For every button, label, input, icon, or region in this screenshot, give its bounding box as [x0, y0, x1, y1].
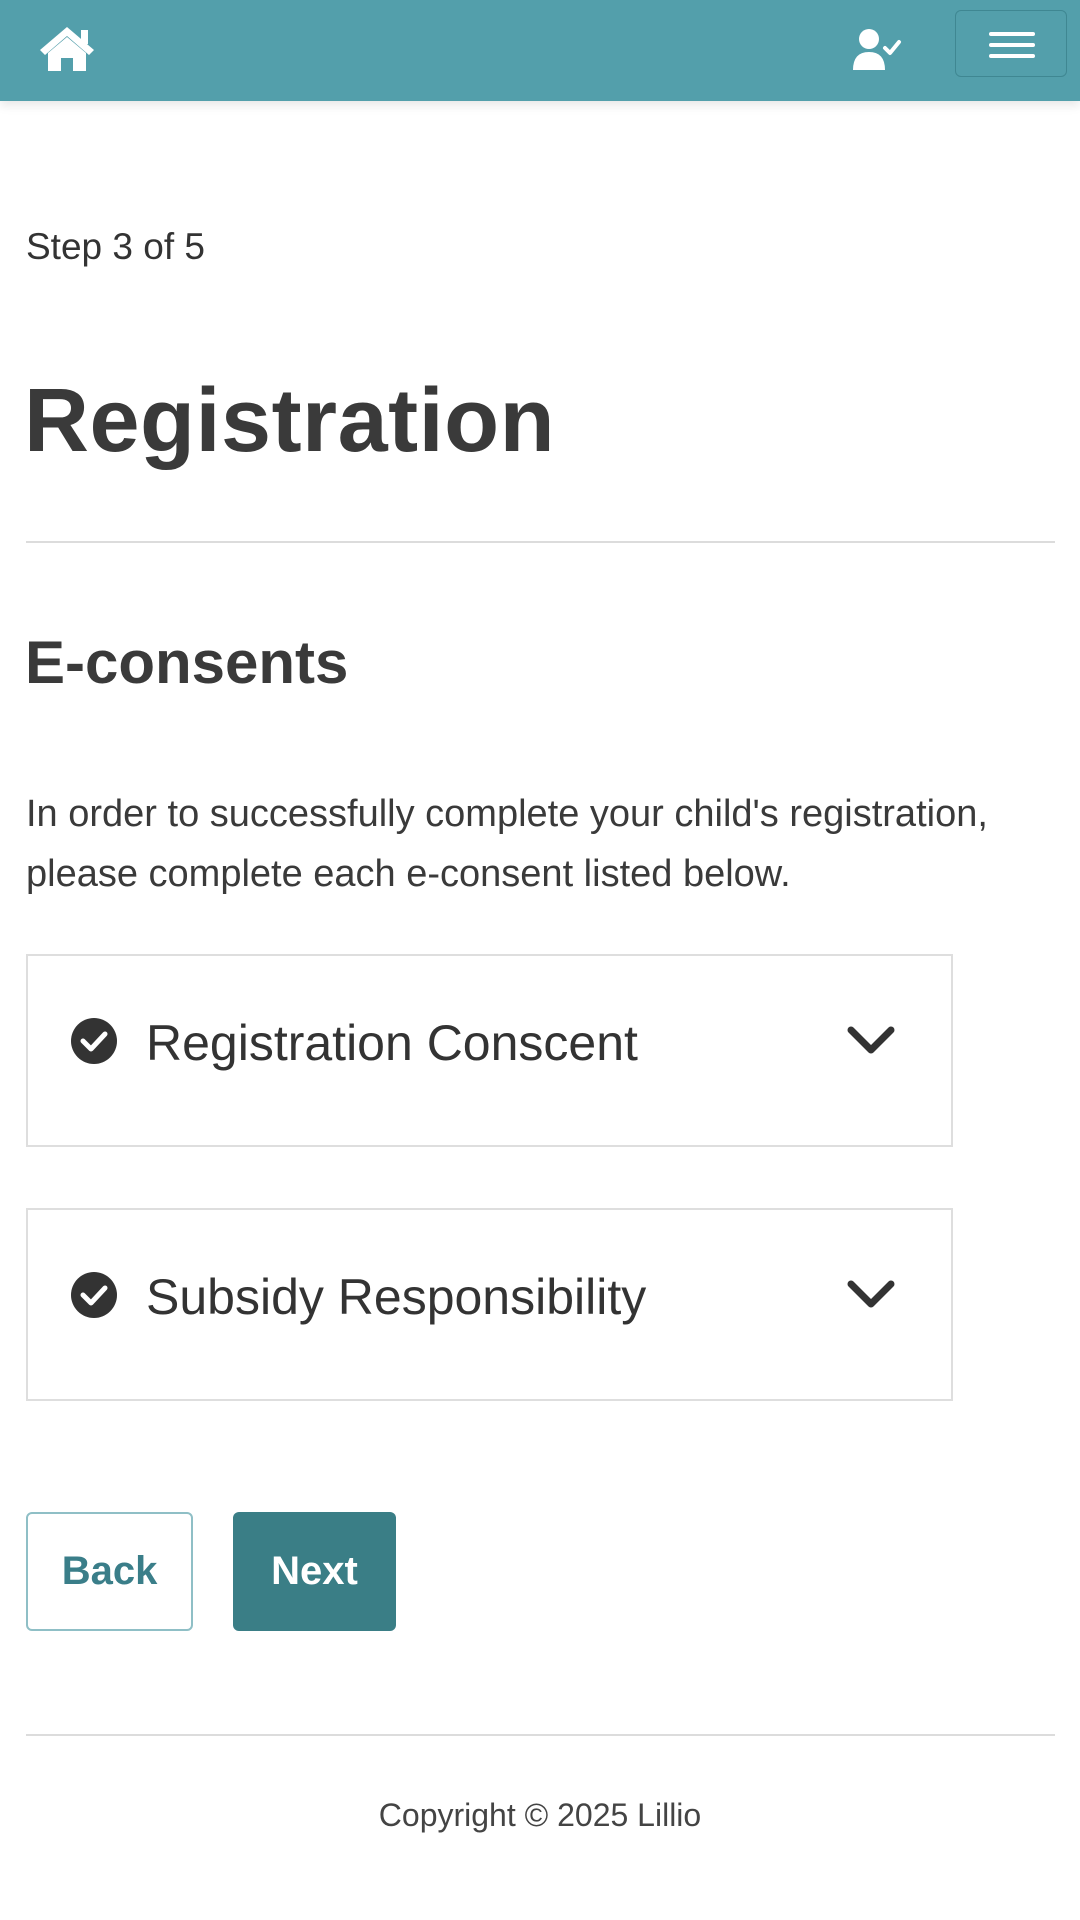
step-indicator: Step 3 of 5: [26, 226, 205, 267]
check-circle-icon: [71, 1272, 117, 1318]
next-button[interactable]: Next: [233, 1512, 396, 1631]
footer-divider: [26, 1734, 1055, 1736]
copyright-text: Copyright © 2025 Lillio: [378, 1797, 702, 1833]
consent-label: Registration Conscent: [146, 1015, 638, 1071]
chevron-down-icon[interactable]: [846, 1020, 896, 1060]
top-navbar: [0, 0, 1080, 101]
section-title: E-consents: [25, 629, 349, 696]
consent-label: Subsidy Responsibility: [146, 1269, 647, 1325]
check-circle-icon: [71, 1018, 117, 1064]
user-check-button[interactable]: [852, 28, 902, 72]
user-check-icon: [853, 29, 901, 70]
chevron-down-icon[interactable]: [846, 1274, 896, 1314]
hamburger-menu-button[interactable]: [955, 10, 1067, 77]
intro-text: In order to successfully complete your c…: [26, 793, 988, 895]
back-button[interactable]: Back: [26, 1512, 193, 1631]
page-title: Registration: [24, 371, 556, 471]
home-button[interactable]: [38, 24, 96, 74]
divider: [26, 541, 1055, 543]
home-icon: [40, 27, 94, 71]
hamburger-menu-icon: [989, 32, 1035, 36]
consent-card-registration[interactable]: Registration Conscent: [26, 954, 953, 1147]
consent-card-subsidy[interactable]: Subsidy Responsibility: [26, 1208, 953, 1401]
